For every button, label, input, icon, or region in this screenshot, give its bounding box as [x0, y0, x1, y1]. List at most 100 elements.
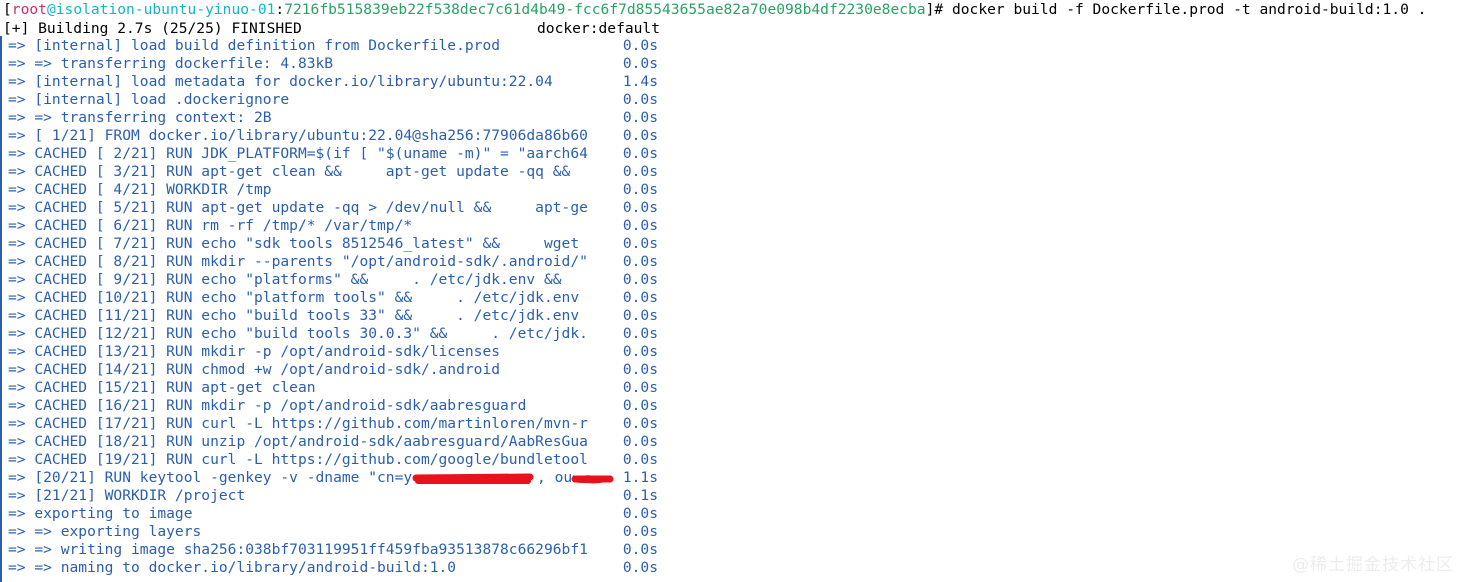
build-step-row: => => transferring dockerfile: 4.83kB 0.0…	[0, 55, 1468, 73]
build-step-row: => CACHED [ 7/21] RUN echo "sdk tools 85…	[0, 235, 1468, 253]
prompt-at-symbol: @	[46, 1, 56, 18]
build-step-row: => [20/21] RUN keytool -genkey -v -dname…	[0, 469, 1468, 487]
build-step-row: => CACHED [ 8/21] RUN mkdir --parents "/…	[0, 253, 1468, 271]
prompt-close-bracket-hash: ]#	[925, 1, 952, 18]
build-step-duration: 0.0s	[622, 271, 658, 288]
build-step-row: => CACHED [14/21] RUN chmod +w /opt/andr…	[0, 361, 1468, 379]
build-step-row: => CACHED [16/21] RUN mkdir -p /opt/andr…	[0, 397, 1468, 415]
build-step-duration: 0.0s	[622, 325, 658, 342]
build-step-list: => [internal] load build definition from…	[0, 37, 1468, 577]
prompt-hostname: isolation-ubuntu-yinuo-01	[55, 1, 276, 18]
build-step-text: => CACHED [ 8/21] RUN mkdir --parents "/…	[8, 253, 588, 270]
build-step-duration: 0.0s	[622, 307, 658, 324]
build-step-row: => [21/21] WORKDIR /project 0.1s	[0, 487, 1468, 505]
build-step-text: => CACHED [18/21] RUN unzip /opt/android…	[8, 433, 588, 450]
build-step-text: => [internal] load build definition from…	[8, 37, 501, 54]
build-step-duration: 0.0s	[622, 361, 658, 378]
build-step-row: => CACHED [ 2/21] RUN JDK_PLATFORM=$(if …	[0, 145, 1468, 163]
build-step-row: => => naming to docker.io/library/androi…	[0, 559, 1468, 577]
build-step-duration: 0.0s	[622, 289, 658, 306]
build-step-duration: 0.0s	[622, 433, 658, 450]
build-summary-text: [+] Building 2.7s (25/25) FINISHED	[3, 20, 302, 37]
build-step-duration: 0.0s	[622, 163, 658, 180]
prompt-colon: :	[275, 1, 285, 18]
build-step-row: => CACHED [ 6/21] RUN rm -rf /tmp/* /var…	[0, 217, 1468, 235]
build-step-duration: 0.0s	[622, 343, 658, 360]
build-step-text: => CACHED [11/21] RUN echo "build tools …	[8, 307, 580, 324]
build-step-row: => [internal] load .dockerignore 0.0s	[0, 91, 1468, 109]
build-step-text: => [internal] load metadata for docker.i…	[8, 73, 553, 90]
build-step-duration: 0.0s	[622, 253, 658, 270]
build-step-duration: 0.0s	[622, 91, 658, 108]
build-step-text: => CACHED [16/21] RUN mkdir -p /opt/andr…	[8, 397, 527, 414]
build-step-text: => CACHED [13/21] RUN mkdir -p /opt/andr…	[8, 343, 501, 360]
build-step-text: => CACHED [ 9/21] RUN echo "platforms" &…	[8, 271, 562, 288]
build-step-row: => CACHED [ 9/21] RUN echo "platforms" &…	[0, 271, 1468, 289]
watermark-label: @稀土掘金技术社区	[1292, 555, 1454, 575]
build-step-duration: 0.0s	[622, 37, 658, 54]
build-step-duration: 0.0s	[622, 559, 658, 576]
build-step-row: => CACHED [15/21] RUN apt-get clean 0.0s	[0, 379, 1468, 397]
build-step-row: => [internal] load build definition from…	[0, 37, 1468, 55]
build-step-text: => [internal] load .dockerignore	[8, 91, 290, 108]
build-step-text: => => transferring dockerfile: 4.83kB	[8, 55, 334, 72]
build-step-text: => CACHED [ 4/21] WORKDIR /tmp	[8, 181, 272, 198]
build-step-text: => => naming to docker.io/library/androi…	[8, 559, 457, 576]
build-step-text: => CACHED [ 5/21] RUN apt-get update -qq…	[8, 199, 588, 216]
build-step-duration: 0.0s	[622, 199, 658, 216]
build-step-row: => CACHED [12/21] RUN echo "build tools …	[0, 325, 1468, 343]
build-step-row: => CACHED [18/21] RUN unzip /opt/android…	[0, 433, 1468, 451]
build-step-row: => exporting to image 0.0s	[0, 505, 1468, 523]
build-step-row: => CACHED [13/21] RUN mkdir -p /opt/andr…	[0, 343, 1468, 361]
build-step-row: => => exporting layers 0.0s	[0, 523, 1468, 541]
terminal-window: [root@isolation-ubuntu-yinuo-01:7216fb51…	[0, 0, 1468, 582]
prompt-user: root	[11, 1, 47, 18]
build-step-duration: 0.0s	[622, 541, 658, 558]
build-step-text: => => exporting layers	[8, 523, 202, 540]
build-step-row: => CACHED [19/21] RUN curl -L https://gi…	[0, 451, 1468, 469]
build-step-text: => [21/21] WORKDIR /project	[8, 487, 246, 504]
build-step-row: => CACHED [11/21] RUN echo "build tools …	[0, 307, 1468, 325]
build-step-text: => [20/21] RUN keytool -genkey -v -dname…	[8, 469, 413, 486]
build-step-duration: 0.0s	[622, 379, 658, 396]
build-step-duration: 0.1s	[622, 487, 658, 504]
build-step-row: => CACHED [10/21] RUN echo "platform too…	[0, 289, 1468, 307]
build-step-duration: 0.0s	[622, 505, 658, 522]
build-step-text: => exporting to image	[8, 505, 193, 522]
build-step-row: => => transferring context: 2B 0.0s	[0, 109, 1468, 127]
build-step-text: => CACHED [ 3/21] RUN apt-get clean && a…	[8, 163, 571, 180]
prompt-open-bracket: [	[3, 1, 12, 18]
build-step-duration: 0.0s	[622, 127, 658, 144]
build-step-duration: 1.1s	[622, 469, 658, 486]
build-step-duration: 0.0s	[622, 415, 658, 432]
shell-prompt-line: [root@isolation-ubuntu-yinuo-01:7216fb51…	[3, 0, 1426, 20]
build-step-duration: 0.0s	[622, 181, 658, 198]
build-step-row: => CACHED [ 4/21] WORKDIR /tmp 0.0s	[0, 181, 1468, 199]
build-step-duration: 0.0s	[622, 55, 658, 72]
build-step-duration: 0.0s	[622, 217, 658, 234]
build-step-row: => => writing image sha256:038bf70311995…	[0, 541, 1468, 559]
build-step-text: => => transferring context: 2B	[8, 109, 272, 126]
build-step-duration: 1.4s	[622, 73, 658, 90]
build-step-row: => CACHED [ 3/21] RUN apt-get clean && a…	[0, 163, 1468, 181]
build-step-text: => CACHED [15/21] RUN apt-get clean	[8, 379, 316, 396]
build-step-text: => CACHED [ 7/21] RUN echo "sdk tools 85…	[8, 235, 580, 252]
build-step-text: => CACHED [12/21] RUN echo "build tools …	[8, 325, 588, 342]
build-step-duration: 0.0s	[622, 109, 658, 126]
build-step-row: => CACHED [ 5/21] RUN apt-get update -qq…	[0, 199, 1468, 217]
build-step-duration: 0.0s	[622, 523, 658, 540]
build-step-duration: 0.0s	[622, 145, 658, 162]
build-step-duration: 0.0s	[622, 397, 658, 414]
build-step-text: => CACHED [17/21] RUN curl -L https://gi…	[8, 415, 588, 432]
build-step-text: => [ 1/21] FROM docker.io/library/ubuntu…	[8, 127, 588, 144]
build-step-text: => CACHED [19/21] RUN curl -L https://gi…	[8, 451, 588, 468]
shell-command-text[interactable]: docker build -f Dockerfile.prod -t andro…	[952, 1, 1426, 18]
build-step-text: => CACHED [14/21] RUN chmod +w /opt/andr…	[8, 361, 501, 378]
build-step-text: => CACHED [ 2/21] RUN JDK_PLATFORM=$(if …	[8, 145, 588, 162]
build-step-row: => CACHED [17/21] RUN curl -L https://gi…	[0, 415, 1468, 433]
build-step-row: => [internal] load metadata for docker.i…	[0, 73, 1468, 91]
build-step-row: => [ 1/21] FROM docker.io/library/ubuntu…	[0, 127, 1468, 145]
build-step-text: => => writing image sha256:038bf70311995…	[8, 541, 588, 558]
build-driver-label: docker:default	[537, 20, 661, 37]
build-step-text: => CACHED [10/21] RUN echo "platform too…	[8, 289, 580, 306]
